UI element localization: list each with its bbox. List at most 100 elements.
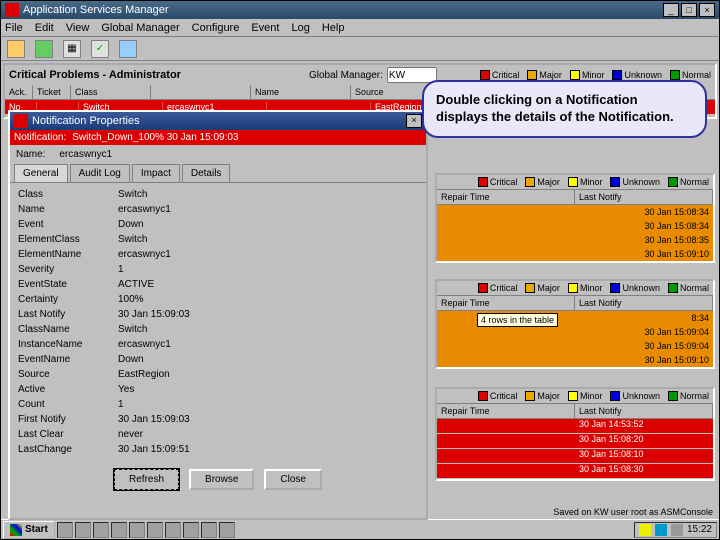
list-item[interactable]: 30 Jan 15:09:04 <box>437 325 713 339</box>
property-value: 1 <box>118 399 124 410</box>
browse-button[interactable]: Browse <box>189 469 254 490</box>
notification-header: Notification: Switch_Down_100% 30 Jan 15… <box>10 130 426 145</box>
critical-icon <box>480 70 490 80</box>
property-value: 30 Jan 15:09:51 <box>118 444 190 455</box>
tray-icon[interactable] <box>655 524 667 536</box>
maximize-button[interactable]: □ <box>681 3 697 17</box>
property-key: EventName <box>18 354 118 365</box>
dialog-close-button[interactable]: × <box>406 114 422 128</box>
task-item[interactable] <box>75 522 91 538</box>
titlebar: Application Services Manager _ □ × <box>1 1 719 19</box>
dialog-buttons: Refresh Browse Close <box>10 463 426 496</box>
menu-event[interactable]: Event <box>251 22 279 34</box>
tray-icon[interactable] <box>671 524 683 536</box>
col-ack[interactable]: Ack. <box>5 85 33 99</box>
dialog-titlebar: Notification Properties × <box>10 112 426 130</box>
sub-panel-3: Critical Major Minor Unknown Normal Repa… <box>435 387 715 481</box>
list-item[interactable]: 30 Jan 15:09:04 <box>437 339 713 353</box>
menu-help[interactable]: Help <box>322 22 345 34</box>
legend-critical: Critical <box>492 70 520 80</box>
menu-edit[interactable]: Edit <box>35 22 54 34</box>
repair-time-col[interactable]: Repair Time <box>437 404 575 418</box>
menu-log[interactable]: Log <box>291 22 309 34</box>
col-ticket[interactable]: Ticket <box>33 85 71 99</box>
legend-minor: Minor <box>582 70 605 80</box>
property-row: EventStateACTIVE <box>18 277 418 292</box>
list-item[interactable]: 30 Jan 15:08:30 <box>437 464 713 478</box>
menu-file[interactable]: File <box>5 22 23 34</box>
property-value: 100% <box>118 294 144 305</box>
col-name[interactable]: Name <box>251 85 351 99</box>
property-row: ElementNameercaswnyc1 <box>18 247 418 262</box>
property-key: Event <box>18 219 118 230</box>
tab-details[interactable]: Details <box>182 164 231 182</box>
property-row: SourceEastRegion <box>18 367 418 382</box>
property-row: Count1 <box>18 397 418 412</box>
task-item[interactable] <box>129 522 145 538</box>
menu-global-manager[interactable]: Global Manager <box>101 22 179 34</box>
task-item[interactable] <box>93 522 109 538</box>
tab-general[interactable]: General <box>14 164 68 182</box>
task-item[interactable] <box>111 522 127 538</box>
dialog-icon <box>14 114 28 128</box>
last-notify-col[interactable]: Last Notify <box>575 190 713 204</box>
list-item[interactable]: 30 Jan 15:08:34 <box>437 219 713 233</box>
property-value: Switch <box>118 324 147 335</box>
property-value: ercaswnyc1 <box>118 204 171 215</box>
unknown-icon <box>612 70 622 80</box>
property-value: 30 Jan 15:09:03 <box>118 309 190 320</box>
task-item[interactable] <box>201 522 217 538</box>
list-item[interactable]: 30 Jan 15:08:35 <box>437 233 713 247</box>
col-blank[interactable] <box>151 85 251 99</box>
property-row: First Notify30 Jan 15:09:03 <box>18 412 418 427</box>
menu-view[interactable]: View <box>66 22 90 34</box>
list-item[interactable]: 30 Jan 15:08:10 <box>437 449 713 463</box>
grid-icon[interactable]: ▦ <box>63 40 81 58</box>
tab-impact[interactable]: Impact <box>132 164 180 182</box>
task-item[interactable] <box>183 522 199 538</box>
start-button[interactable]: Start <box>3 521 55 539</box>
legend-major: Major <box>539 70 562 80</box>
sheet-icon[interactable] <box>119 40 137 58</box>
property-value: 1 <box>118 264 124 275</box>
list-item[interactable]: 30 Jan 15:08:20 <box>437 434 713 448</box>
open-icon[interactable] <box>7 40 25 58</box>
task-item[interactable] <box>147 522 163 538</box>
task-item[interactable] <box>219 522 235 538</box>
task-item[interactable] <box>57 522 73 538</box>
list-item[interactable]: 30 Jan 15:09:10 <box>437 353 713 367</box>
tab-strip: General Audit Log Impact Details <box>10 164 426 183</box>
gm-select[interactable] <box>387 67 437 83</box>
property-row: Nameercaswnyc1 <box>18 202 418 217</box>
task-item[interactable] <box>165 522 181 538</box>
sub-panel-2: Critical Major Minor Unknown Normal Repa… <box>435 279 715 369</box>
last-notify-col[interactable]: Last Notify <box>575 404 713 418</box>
repair-time-col[interactable]: Repair Time <box>437 190 575 204</box>
property-key: Severity <box>18 264 118 275</box>
property-row: Certainty100% <box>18 292 418 307</box>
tray-icon[interactable] <box>639 524 651 536</box>
notification-properties-dialog: Notification Properties × Notification: … <box>8 110 428 520</box>
close-dialog-button[interactable]: Close <box>264 469 322 490</box>
col-class[interactable]: Class <box>71 85 151 99</box>
property-value: ercaswnyc1 <box>118 339 171 350</box>
property-value: Switch <box>118 189 147 200</box>
menu-configure[interactable]: Configure <box>192 22 240 34</box>
last-notify-col[interactable]: Last Notify <box>575 296 713 310</box>
close-button[interactable]: × <box>699 3 715 17</box>
major-icon <box>527 70 537 80</box>
repair-time-col[interactable]: Repair Time <box>437 296 575 310</box>
tab-audit-log[interactable]: Audit Log <box>70 164 130 182</box>
minimize-button[interactable]: _ <box>663 3 679 17</box>
name-row: Name: ercaswnyc1 <box>10 145 426 164</box>
col-source[interactable]: Source <box>351 85 431 99</box>
app-icon <box>5 3 19 17</box>
list-item[interactable]: 30 Jan 14:53:52 <box>437 419 713 433</box>
legend: Critical Major Minor Unknown Normal <box>480 70 711 80</box>
list-item[interactable]: 30 Jan 15:09:10 <box>437 247 713 261</box>
list-item[interactable]: 30 Jan 15:08:34 <box>437 205 713 219</box>
save-icon[interactable] <box>35 40 53 58</box>
check-icon[interactable]: ✓ <box>91 40 109 58</box>
refresh-button[interactable]: Refresh <box>114 469 179 490</box>
property-row: Last Clearnever <box>18 427 418 442</box>
